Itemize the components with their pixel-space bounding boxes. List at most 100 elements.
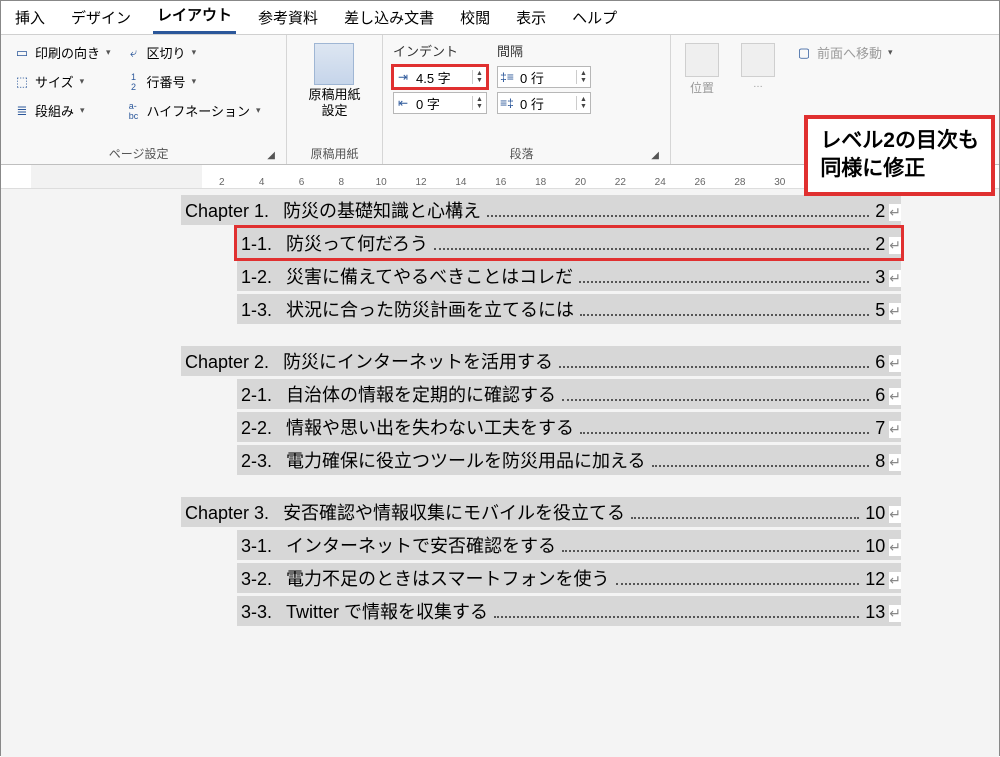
toc-page: 2	[873, 201, 887, 222]
toc-chapter[interactable]: Chapter 2.防災にインターネットを活用する6↵	[181, 346, 901, 376]
space-before-icon: ‡≡	[498, 70, 516, 84]
toc-entry[interactable]: 3-1.インターネットで安否確認をする10↵	[237, 530, 901, 560]
tab-レイアウト[interactable]: レイアウト	[153, 0, 236, 34]
indent-left-spinner[interactable]: ⇥ ▲▼	[393, 66, 487, 88]
toc-number: 2-1.	[237, 385, 286, 406]
ribbon: ▭ 印刷の向き ▾ ⬚ サイズ ▾ ≣ 段組み ▾ ⤶ 区切り	[1, 35, 999, 165]
toc-entry[interactable]: 1-1.防災って何だろう2↵	[237, 228, 901, 258]
group-caption-paragraph: 段落	[393, 143, 650, 162]
ruler-tick: 4	[242, 177, 282, 188]
toc-entry[interactable]: 2-1.自治体の情報を定期的に確認する6↵	[237, 379, 901, 409]
genkou-settings-button[interactable]: 原稿用紙 設定	[304, 41, 364, 120]
group-page-setup: ▭ 印刷の向き ▾ ⬚ サイズ ▾ ≣ 段組み ▾ ⤶ 区切り	[1, 35, 287, 164]
indent-right-input[interactable]	[412, 95, 472, 112]
space-after-spinner[interactable]: ≡‡ ▲▼	[497, 92, 591, 114]
spinner-arrows[interactable]: ▲▼	[576, 96, 590, 110]
bring-forward-icon: ▢	[795, 45, 813, 61]
toc-title: 防災の基礎知識と心構え	[283, 197, 481, 223]
wrap-icon	[741, 43, 775, 77]
toc-title: 状況に合った防災計画を立てるには	[286, 296, 574, 322]
dialog-launcher-icon[interactable]: ◢	[650, 149, 660, 162]
ribbon-tabs: 挿入デザインレイアウト参考資料差し込み文書校閲表示ヘルプ	[1, 1, 999, 35]
paragraph-mark-icon: ↵	[889, 204, 901, 221]
dialog-launcher-icon[interactable]: ◢	[266, 149, 276, 162]
paragraph-mark-icon: ↵	[889, 388, 901, 405]
genkou-icon	[314, 43, 354, 85]
space-before-input[interactable]	[516, 69, 576, 86]
paragraph-mark-icon: ↵	[889, 539, 901, 556]
ruler-tick: 20	[561, 177, 601, 188]
annotation-line2: 同様に修正	[820, 155, 979, 183]
orientation-icon: ▭	[13, 45, 31, 61]
toc-page: 8	[873, 451, 887, 472]
tab-挿入[interactable]: 挿入	[11, 3, 49, 34]
toc-leader	[559, 366, 869, 368]
line-numbers-label: 行番号	[147, 72, 186, 91]
hyphenation-label: ハイフネーション	[147, 101, 250, 120]
tab-ヘルプ[interactable]: ヘルプ	[568, 3, 621, 34]
toc-leader	[580, 432, 869, 434]
ruler-tick: 16	[481, 177, 521, 188]
space-before-spinner[interactable]: ‡≡ ▲▼	[497, 66, 591, 88]
tab-デザイン[interactable]: デザイン	[67, 3, 135, 34]
toc-entry[interactable]: 3-3.Twitter で情報を収集する13↵	[237, 596, 901, 626]
breaks-label: 区切り	[147, 43, 186, 62]
toc-entry[interactable]: 3-2.電力不足のときはスマートフォンを使う12↵	[237, 563, 901, 593]
toc-page: 12	[863, 569, 887, 590]
line-numbers-button[interactable]: 12 行番号 ▾	[123, 70, 263, 93]
group-caption-page-setup: ページ設定	[11, 143, 266, 162]
size-button[interactable]: ⬚ サイズ ▾	[11, 70, 113, 93]
toc-chapter[interactable]: Chapter 1.防災の基礎知識と心構え 2↵	[181, 195, 901, 225]
toc-number: Chapter 1.	[181, 201, 283, 222]
toc-entry[interactable]: 1-3.状況に合った防災計画を立てるには5↵	[237, 294, 901, 324]
indent-left-input[interactable]	[412, 69, 472, 86]
toc-entry[interactable]: 1-2.災害に備えてやるべきことはコレだ3↵	[237, 261, 901, 291]
paragraph-mark-icon: ↵	[889, 270, 901, 287]
line-numbers-icon: 12	[125, 74, 143, 90]
spinner-arrows[interactable]: ▲▼	[576, 70, 590, 84]
tab-差し込み文書[interactable]: 差し込み文書	[340, 3, 438, 34]
toc-leader	[487, 215, 869, 217]
spinner-arrows[interactable]: ▲▼	[472, 96, 486, 110]
toc-title: 安否確認や情報収集にモバイルを役立てる	[283, 499, 625, 525]
ruler-tick: 6	[282, 177, 322, 188]
toc-leader	[562, 550, 859, 552]
tab-参考資料[interactable]: 参考資料	[254, 3, 322, 34]
group-paragraph: インデント 間隔 ⇥ ▲▼ ‡≡ ▲▼ ⇤ ▲▼	[383, 35, 671, 164]
breaks-icon: ⤶	[125, 45, 143, 61]
bring-forward-label: 前面へ移動	[817, 43, 882, 62]
chevron-down-icon: ▾	[192, 47, 197, 58]
columns-button[interactable]: ≣ 段組み ▾	[11, 99, 113, 122]
breaks-button[interactable]: ⤶ 区切り ▾	[123, 41, 263, 64]
toc-leader	[579, 281, 869, 283]
position-label: 位置	[690, 79, 714, 96]
toc-entry[interactable]: 2-3.電力確保に役立つツールを防災用品に加える8↵	[237, 445, 901, 475]
indent-right-spinner[interactable]: ⇤ ▲▼	[393, 92, 487, 114]
columns-label: 段組み	[35, 101, 74, 120]
toc-leader	[494, 616, 859, 618]
document-area[interactable]: Chapter 1.防災の基礎知識と心構え2↵1-1.防災って何だろう2↵1-2…	[1, 189, 999, 757]
toc-entry[interactable]: 2-2.情報や思い出を失わない工夫をする7↵	[237, 412, 901, 442]
chevron-down-icon: ▾	[256, 105, 261, 116]
toc-number: 1-3.	[237, 300, 286, 321]
spinner-arrows[interactable]: ▲▼	[472, 70, 486, 84]
toc-title: 電力確保に役立つツールを防災用品に加える	[286, 447, 645, 473]
paragraph-mark-icon: ↵	[889, 454, 901, 471]
toc-page: 5	[873, 300, 887, 321]
tab-校閲[interactable]: 校閲	[456, 3, 494, 34]
toc-chapter[interactable]: Chapter 3.安否確認や情報収集にモバイルを役立てる10↵	[181, 497, 901, 527]
tab-表示[interactable]: 表示	[512, 3, 550, 34]
toc-number: 1-1.	[237, 234, 286, 255]
group-genkou: 原稿用紙 設定 原稿用紙	[287, 35, 383, 164]
wrap-text-button: …	[737, 41, 779, 98]
toc-page: 10	[863, 536, 887, 557]
paragraph-mark-icon: ↵	[889, 237, 901, 254]
paragraph-mark-icon: ↵	[889, 421, 901, 438]
space-after-input[interactable]	[516, 95, 576, 112]
wrap-label: …	[753, 79, 763, 90]
spacing-header: 間隔	[497, 41, 591, 62]
orientation-button[interactable]: ▭ 印刷の向き ▾	[11, 41, 113, 64]
paragraph-mark-icon: ↵	[889, 605, 901, 622]
hyphenation-button[interactable]: a-bc ハイフネーション ▾	[123, 99, 263, 122]
columns-icon: ≣	[13, 103, 31, 119]
